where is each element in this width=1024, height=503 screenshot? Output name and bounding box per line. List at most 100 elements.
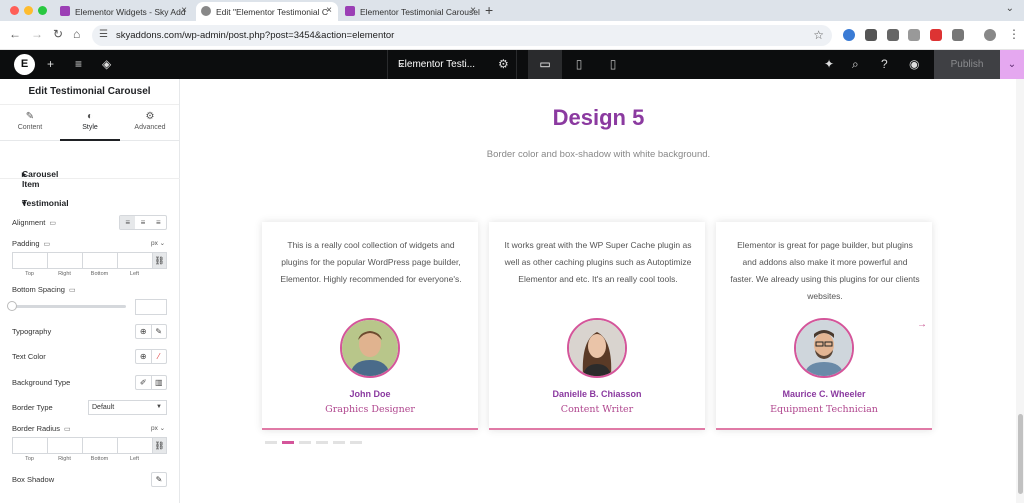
page-settings-icon[interactable]: ⚙ (498, 57, 509, 71)
notifications-icon[interactable]: ✦ (824, 57, 834, 71)
unit-selector[interactable]: px ⌄ (151, 239, 165, 247)
extension-icon[interactable] (865, 29, 877, 41)
brush-classic-icon[interactable]: ✐ (136, 376, 151, 389)
close-tab-icon[interactable]: × (326, 5, 332, 16)
pagination-dot[interactable] (333, 441, 345, 444)
browser-tab-1[interactable]: Elementor Widgets - Sky Add × (55, 2, 193, 21)
browser-tab-3[interactable]: Elementor Testimonial Carousel × (340, 2, 482, 21)
desktop-responsive-icon[interactable]: ▭ (64, 426, 71, 433)
align-right-button[interactable]: ≡ (151, 216, 166, 229)
radius-bottom-input[interactable] (82, 437, 117, 454)
desktop-view-icon[interactable]: ▭ (528, 50, 562, 79)
elementor-logo-icon[interactable]: E (14, 54, 35, 75)
reload-icon[interactable]: ↻ (53, 27, 63, 41)
border-radius-label: Border Radius ▭ (12, 424, 71, 433)
box-shadow-edit-button[interactable]: ✎ (151, 472, 167, 487)
bottom-spacing-input[interactable] (135, 299, 167, 315)
close-tab-icon[interactable]: × (181, 5, 187, 16)
half-circle-icon: ◐ (86, 111, 94, 122)
tab-style[interactable]: ◐ Style (60, 105, 120, 141)
slider-handle[interactable] (7, 301, 17, 311)
align-left-button[interactable]: ≡ (120, 216, 136, 229)
padding-right-input[interactable] (47, 252, 82, 269)
padding-left-input[interactable] (117, 252, 152, 269)
help-icon[interactable]: ? (881, 57, 888, 71)
back-icon[interactable]: ← (9, 27, 21, 41)
forward-icon[interactable]: → (31, 27, 43, 41)
new-tab-button[interactable]: + (485, 2, 493, 18)
extensions-puzzle-icon[interactable] (952, 29, 964, 41)
radius-right-input[interactable] (47, 437, 82, 454)
tab-content[interactable]: ✎ Content (0, 105, 60, 141)
padding-bottom-input[interactable] (82, 252, 117, 269)
pagination-dot[interactable] (265, 441, 277, 444)
desktop-responsive-icon[interactable]: ▭ (44, 241, 51, 248)
extension-icon[interactable] (887, 29, 899, 41)
tab-advanced[interactable]: ⚙ Advanced (120, 105, 180, 141)
scrollbar-thumb[interactable] (1018, 414, 1023, 494)
pagination-dot-active[interactable] (282, 441, 294, 444)
extension-icon[interactable] (908, 29, 920, 41)
minimize-window-button[interactable] (24, 6, 33, 15)
tab-search-icon[interactable]: ⌄ (1006, 3, 1014, 14)
structure-layers-icon[interactable]: ◈ (102, 57, 111, 71)
browser-tab-2[interactable]: Edit "Elementor Testimonial C × (196, 2, 338, 21)
chevron-down-icon: ⌄ (398, 58, 406, 68)
edit-pencil-icon[interactable]: ✎ (150, 325, 167, 338)
unit-selector[interactable]: px ⌄ (151, 424, 165, 432)
bookmark-star-icon[interactable]: ☆ (813, 28, 824, 42)
close-window-button[interactable] (10, 6, 19, 15)
gradient-icon[interactable]: ▥ (150, 376, 167, 389)
desktop-responsive-icon[interactable]: ▭ (69, 287, 76, 294)
address-bar-row: ← → ↻ ⌂ ☰ skyaddons.com/wp-admin/post.ph… (0, 21, 1024, 50)
site-info-icon[interactable]: ☰ (99, 29, 108, 40)
testimonial-card: This is a really cool collection of widg… (262, 222, 478, 430)
home-icon[interactable]: ⌂ (73, 27, 80, 41)
desktop-responsive-icon[interactable]: ▭ (49, 220, 56, 227)
pagination-dot[interactable] (299, 441, 311, 444)
radius-top-input[interactable] (12, 437, 47, 454)
profile-avatar[interactable] (984, 29, 996, 41)
url-input[interactable]: ☰ skyaddons.com/wp-admin/post.php?post=3… (92, 25, 832, 46)
testimonial-quote: It works great with the WP Super Cache p… (504, 240, 692, 284)
publish-options-chevron-icon[interactable]: ⌄ (1000, 50, 1024, 79)
radius-left-input[interactable] (117, 437, 152, 454)
site-settings-icon[interactable]: ≡ (75, 57, 82, 71)
preview-eye-icon[interactable]: ◉ (909, 57, 919, 71)
alignment-control: ≡ ≡ ≡ (119, 215, 167, 230)
padding-top-input[interactable] (12, 252, 47, 269)
align-center-button[interactable]: ≡ (135, 216, 150, 229)
section-carousel-item[interactable]: ▸ Carousel Item (0, 151, 180, 189)
globe-icon[interactable]: ⊕ (136, 350, 151, 363)
panel-title: Edit Testimonial Carousel (0, 79, 179, 105)
publish-button[interactable]: Publish (934, 50, 1000, 79)
canvas-scrollbar[interactable] (1016, 79, 1024, 503)
link-values-icon[interactable]: ⛓ (152, 437, 167, 454)
mobile-view-icon[interactable]: ▯ (596, 50, 630, 79)
background-type-label: Background Type (12, 378, 71, 387)
pencil-icon: ✎ (25, 111, 35, 122)
border-type-select[interactable]: Default ▼ (88, 400, 167, 415)
search-icon[interactable]: ⌕ (852, 57, 859, 72)
section-title: Testimonial (22, 198, 69, 208)
carousel-pagination (265, 441, 362, 444)
pagination-dot[interactable] (316, 441, 328, 444)
section-testimonial[interactable]: ▾ Testimonial (0, 180, 180, 208)
color-picker-swatch[interactable]: ⁄ (150, 350, 167, 363)
close-tab-icon[interactable]: × (470, 5, 476, 16)
maximize-window-button[interactable] (38, 6, 47, 15)
tablet-view-icon[interactable]: ▯ (562, 50, 596, 79)
favicon-icon (345, 6, 355, 16)
browser-menu-icon[interactable]: ⋮ (1008, 27, 1020, 41)
border-type-label: Border Type (12, 403, 53, 412)
bottom-spacing-slider[interactable] (12, 305, 126, 308)
globe-icon[interactable]: ⊕ (136, 325, 151, 338)
pagination-dot[interactable] (350, 441, 362, 444)
section-subheading: Border color and box-shadow with white b… (486, 149, 711, 160)
link-values-icon[interactable]: ⛓ (152, 252, 167, 269)
extension-icon[interactable] (843, 29, 855, 41)
add-element-icon[interactable]: + (47, 57, 54, 71)
extension-icon[interactable] (930, 29, 942, 41)
background-type-controls: ✐ ▥ (135, 375, 167, 390)
carousel-next-arrow-icon[interactable]: → (917, 319, 927, 330)
